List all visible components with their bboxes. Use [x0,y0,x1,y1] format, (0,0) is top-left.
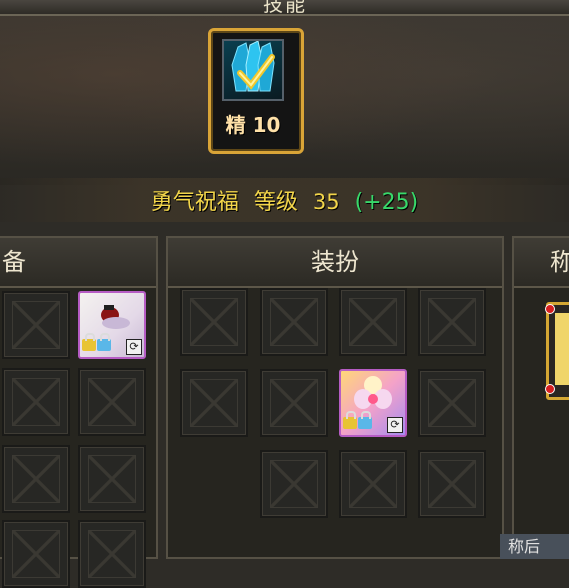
avatar-slot[interactable] [260,288,328,356]
swap-icon: ⟳ [126,339,142,355]
equipment-slot[interactable] [78,520,146,588]
skill-level: 10 [252,113,281,137]
blessing-level-label: 等级 [253,190,298,215]
blessing-level-value: 35 [312,190,340,214]
lock-icon [97,333,111,351]
equipment-slot[interactable] [2,291,70,359]
crystal-check-icon [222,39,284,101]
lock-icon [82,333,96,351]
blessing-bonus: (+25) [354,190,419,215]
lock-icons [82,333,112,355]
lock-icons [343,411,373,433]
skill-grade: 精 [225,113,246,137]
equipment-slot[interactable] [2,520,70,588]
lock-icon [343,411,357,429]
skill-label: 精 10 [211,109,295,138]
avatar-slot[interactable] [260,369,328,437]
lock-icon [358,411,372,429]
red-gem-icon [545,304,555,314]
panel-avatar-title: 装扮 [168,238,502,288]
avatar-slot[interactable] [339,288,407,356]
red-gem-icon [545,384,555,394]
avatar-slot[interactable] [418,450,486,518]
panel-title-title: 称 [514,238,569,288]
avatar-slot[interactable] [418,288,486,356]
equipment-slot[interactable] [78,445,146,513]
top-title: 技能 [263,0,307,16]
skill-icon-slot[interactable]: 精 10 [208,28,304,154]
avatar-slot[interactable] [180,369,248,437]
avatar-slot[interactable] [260,450,328,518]
avatar-slot[interactable] [339,450,407,518]
avatar-slot[interactable] [418,369,486,437]
blessing-name: 勇气祝福 [150,190,239,215]
blessing-line: 勇气祝福 等级 35 (+25) [0,184,569,216]
equipment-slot[interactable] [78,368,146,436]
swap-icon: ⟳ [387,417,403,433]
avatar-item[interactable]: ⟳ [339,369,407,437]
bottom-label[interactable]: 称后 [500,534,569,559]
panel-equipment-title: 备 [0,238,156,288]
equipment-slot[interactable] [2,368,70,436]
avatar-slot[interactable] [180,288,248,356]
equipment-item[interactable]: ⟳ [78,291,146,359]
equipment-slot[interactable] [2,445,70,513]
top-title-bar: 技能 [0,0,569,16]
